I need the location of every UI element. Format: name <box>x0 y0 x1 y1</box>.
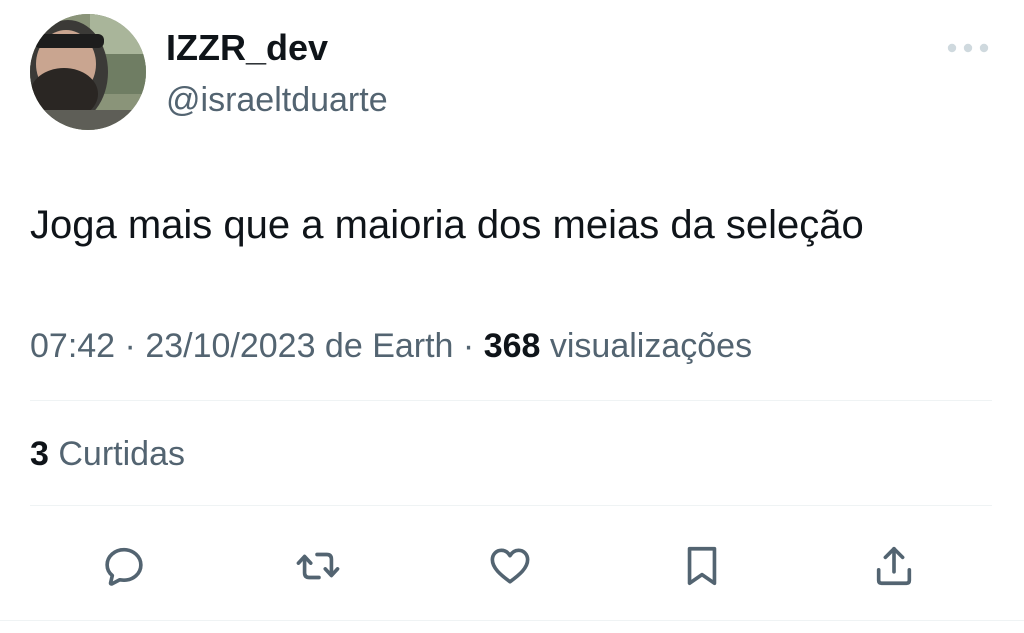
meta-separator: · <box>115 327 146 365</box>
share-icon <box>876 546 912 586</box>
reply-bubble-icon <box>105 547 143 586</box>
like-button[interactable] <box>484 540 536 592</box>
retweet-icon <box>296 552 340 580</box>
source-prefix: de <box>315 327 373 365</box>
retweet-button[interactable] <box>292 540 344 592</box>
tweet-metadata: 07:42 · 23/10/2023 de Earth · 368 visual… <box>30 324 752 368</box>
divider <box>30 400 992 401</box>
views-label: visualizações <box>540 327 753 365</box>
bookmark-button[interactable] <box>676 540 728 592</box>
bookmark-icon <box>687 546 717 586</box>
divider <box>30 505 992 506</box>
reply-button[interactable] <box>98 540 150 592</box>
likes-stat[interactable]: 3 Curtidas <box>30 432 185 476</box>
share-button[interactable] <box>868 540 920 592</box>
user-photo-avatar-icon <box>30 14 146 130</box>
tweet-source: Earth <box>372 327 454 365</box>
tweet-date[interactable]: 23/10/2023 <box>145 327 315 365</box>
avatar[interactable] <box>30 14 146 130</box>
views-count: 368 <box>483 327 541 365</box>
user-handle[interactable]: @israeltduarte <box>166 80 388 120</box>
more-horizontal-icon <box>947 43 989 53</box>
tweet-actions <box>0 540 1024 592</box>
meta-separator: · <box>453 327 484 365</box>
tweet-time[interactable]: 07:42 <box>30 327 115 365</box>
likes-count: 3 <box>30 435 49 473</box>
display-name[interactable]: IZZR_dev <box>166 28 328 68</box>
likes-label: Curtidas <box>48 435 185 473</box>
heart-icon <box>490 548 530 584</box>
more-options-button[interactable] <box>944 34 992 62</box>
tweet-text: Joga mais que a maioria dos meias da sel… <box>30 203 864 247</box>
bottom-divider <box>0 620 1024 621</box>
